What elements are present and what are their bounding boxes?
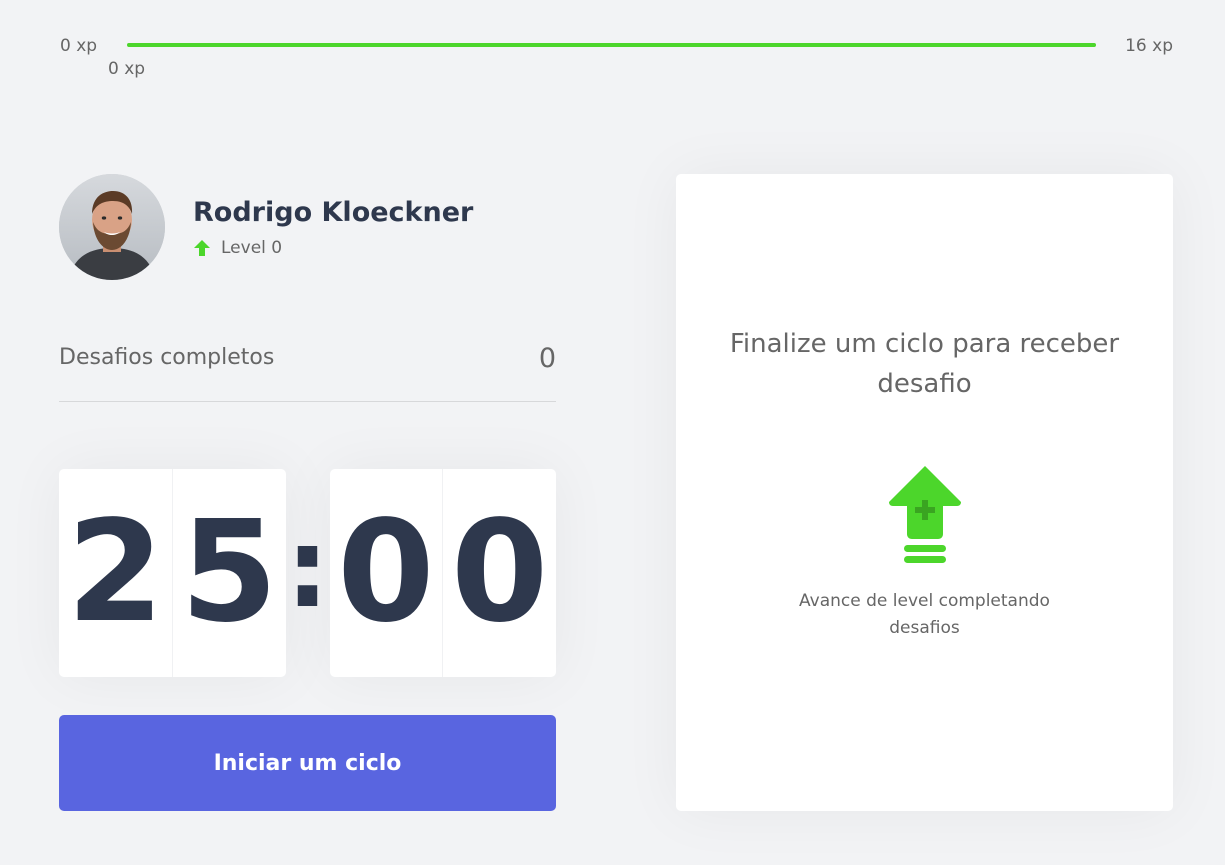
experience-bar: 0 xp 0 xp 16 xp: [60, 34, 1173, 84]
profile: Rodrigo Kloeckner Level 0: [59, 174, 473, 280]
challenge-box: Finalize um ciclo para receber desafio A…: [676, 174, 1173, 811]
countdown: 2 5 : 0 0: [59, 469, 556, 677]
second-tens-digit: 0: [330, 469, 444, 677]
countdown-separator: :: [285, 504, 330, 632]
completed-challenges-count: 0: [538, 343, 556, 374]
minutes-display: 2 5: [59, 469, 286, 677]
level-up-arrow-icon: [193, 239, 211, 257]
challenge-hint: Avance de level completando desafios: [799, 590, 1050, 638]
start-cycle-button[interactable]: Iniciar um ciclo: [59, 715, 556, 811]
xp-min-label: 0 xp: [60, 36, 98, 56]
xp-progress-fill: [127, 43, 1096, 47]
completed-challenges-label: Desafios completos: [59, 345, 275, 370]
profile-level: Level 0: [193, 238, 473, 258]
completed-challenges: Desafios completos 0: [59, 343, 556, 402]
avatar: [59, 174, 165, 280]
profile-level-label: Level 0: [221, 237, 283, 258]
level-up-icon: [888, 465, 961, 568]
profile-name: Rodrigo Kloeckner: [193, 196, 474, 228]
minute-tens-digit: 2: [59, 469, 173, 677]
challenge-title: Finalize um ciclo para receber desafio: [729, 328, 1120, 399]
xp-progress-track: [127, 43, 1096, 47]
second-ones-digit: 0: [450, 491, 549, 654]
xp-max-label: 16 xp: [1125, 36, 1173, 56]
xp-current-label: 0 xp: [108, 59, 146, 79]
minute-ones-digit: 5: [180, 491, 278, 654]
seconds-display: 0 0: [329, 469, 556, 677]
profile-info: Rodrigo Kloeckner Level 0: [193, 197, 473, 258]
